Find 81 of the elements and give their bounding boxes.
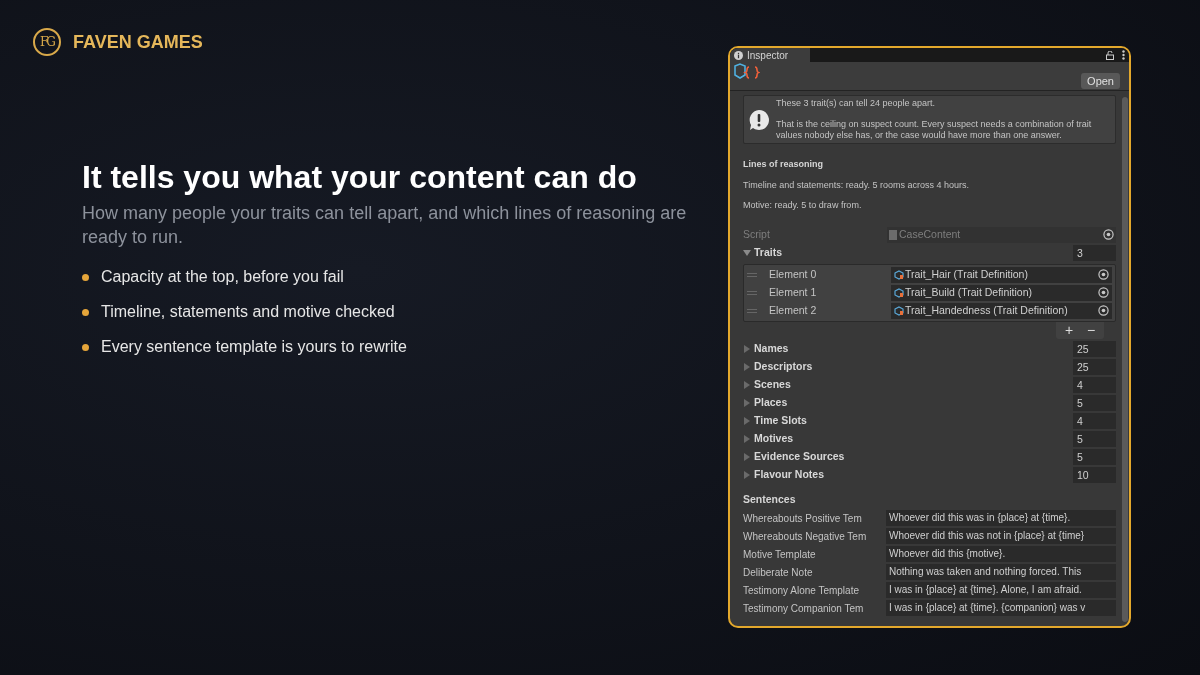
asset-icon (894, 305, 904, 316)
open-button[interactable]: Open (1081, 73, 1120, 89)
subtitle: How many people your traits can tell apart, and which lines of reasoning are ready to run. (82, 202, 688, 249)
count-field[interactable]: 25 (1073, 358, 1116, 375)
remove-button[interactable]: − (1081, 323, 1101, 337)
text-field[interactable]: I was in {place} at {time}. {companion} was v (886, 600, 1116, 617)
count-field[interactable]: 25 (1073, 340, 1116, 357)
collapsed-triangle-icon[interactable] (743, 434, 751, 443)
status-text: Motive: ready. 5 to draw from. (743, 199, 863, 212)
object-field[interactable]: Trait_Handedness (Trait Definition) (891, 302, 1112, 319)
target-icon[interactable] (1098, 269, 1109, 280)
collapsed-triangle-icon[interactable] (743, 452, 751, 461)
collapsed-triangle-icon[interactable] (743, 362, 751, 371)
field-label: Script (743, 226, 771, 242)
foldout-label[interactable]: Evidence Sources (754, 448, 845, 465)
field-label: Testimony Companion Tem (743, 601, 865, 616)
foldout-label[interactable]: Names (754, 340, 789, 357)
foldout-label[interactable]: Flavour Notes (754, 466, 824, 483)
bullet-text: Capacity at the top, before you fail (101, 267, 344, 287)
collapsed-triangle-icon[interactable] (743, 398, 751, 407)
field-label: Motive Template (743, 547, 817, 562)
drag-handle-icon[interactable] (747, 308, 757, 313)
object-field[interactable]: Trait_Build (Trait Definition) (891, 284, 1112, 301)
inspector-tab[interactable]: Inspector (730, 48, 810, 62)
help-text: These 3 trait(s) can tell 24 people apart. (776, 98, 937, 109)
script-file-icon (889, 229, 897, 240)
collapsed-triangle-icon[interactable] (743, 470, 751, 479)
status-text: Timeline and statements: ready. 5 rooms across 4 hours. (743, 178, 971, 192)
text-field[interactable]: Whoever did this was not in {place} at {time} (886, 528, 1116, 545)
lock-icon[interactable] (1106, 50, 1114, 60)
collapsed-triangle-icon[interactable] (743, 416, 751, 425)
section-heading: Sentences (743, 491, 797, 507)
text-field[interactable]: I was in {place} at {time}. Alone, I am afraid. (886, 582, 1116, 599)
target-icon[interactable] (1098, 305, 1109, 316)
element-label: Element 2 (769, 302, 818, 318)
object-field: CaseContent (887, 226, 1116, 243)
text-field[interactable]: Whoever did this {motive}. (886, 546, 1116, 563)
field-label: Deliberate Note (743, 565, 814, 580)
help-text: That is the ceiling on suspect count. Every suspect needs a combination of trait values nobody else has, or the case would have more than one answer. (776, 119, 1093, 141)
bullet-text: Timeline, statements and motive checked (101, 302, 395, 322)
scrollbar[interactable] (1122, 97, 1128, 622)
logo: FG (33, 28, 61, 56)
element-label: Element 1 (769, 284, 818, 300)
foldout-label[interactable]: Places (754, 394, 788, 411)
drag-handle-icon[interactable] (747, 290, 757, 295)
section-heading: Lines of reasoning (743, 158, 824, 171)
foldout-label[interactable]: Descriptors (754, 358, 813, 375)
foldout-label[interactable]: Scenes (754, 376, 791, 393)
drag-handle-icon[interactable] (747, 272, 757, 277)
asset-icon (894, 269, 904, 280)
field-label: Whereabouts Positive Tem (743, 511, 863, 526)
count-field[interactable]: 4 (1073, 412, 1116, 429)
field-label: Testimony Alone Template (743, 583, 860, 598)
object-field[interactable]: Trait_Hair (Trait Definition) (891, 266, 1112, 283)
collapsed-triangle-icon[interactable] (743, 380, 751, 389)
count-field[interactable]: 5 (1073, 394, 1116, 411)
script-icon (734, 63, 760, 81)
collapsed-triangle-icon[interactable] (743, 344, 751, 353)
text-field[interactable]: Whoever did this was in {place} at {time}. (886, 510, 1116, 527)
foldout-label[interactable]: Traits (754, 244, 782, 261)
target-icon[interactable] (1098, 287, 1109, 298)
asset-icon (894, 287, 904, 298)
field-label: Whereabouts Negative Tem (743, 529, 868, 544)
warning-icon (748, 108, 770, 131)
info-icon (734, 50, 743, 60)
foldout-label[interactable]: Motives (754, 430, 794, 447)
foldout-label[interactable]: Time Slots (754, 412, 807, 429)
count-field[interactable]: 5 (1073, 430, 1116, 447)
bullet-text: Every sentence template is yours to rewrite (101, 337, 407, 357)
element-label: Element 0 (769, 266, 818, 282)
add-button[interactable]: + (1059, 323, 1079, 337)
headline: It tells you what your content can do (82, 158, 638, 197)
text-field[interactable]: Nothing was taken and nothing forced. This (886, 564, 1116, 581)
brand-name: FAVEN GAMES (73, 30, 203, 54)
count-field[interactable]: 3 (1073, 244, 1116, 261)
more-options-icon[interactable] (1122, 50, 1125, 60)
count-field[interactable]: 5 (1073, 448, 1116, 465)
target-icon[interactable] (1103, 229, 1114, 240)
count-field[interactable]: 4 (1073, 376, 1116, 393)
expanded-triangle-icon[interactable] (743, 248, 751, 257)
count-field[interactable]: 10 (1073, 466, 1116, 483)
